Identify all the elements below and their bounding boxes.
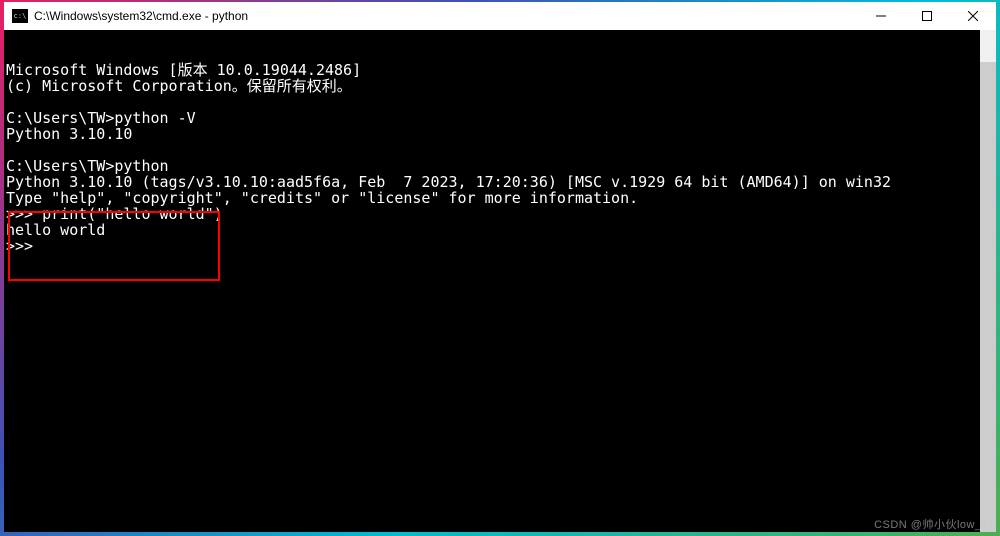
watermark: CSDN @帅小伙low_11 (874, 516, 994, 532)
window-title: C:\Windows\system32\cmd.exe - python (34, 9, 858, 23)
cmd-window: C:\Windows\system32\cmd.exe - python Mic… (4, 2, 996, 532)
cmd-icon (12, 9, 28, 23)
scrollbar[interactable] (980, 30, 996, 532)
terminal-output: Microsoft Windows [版本 10.0.19044.2486] (… (4, 62, 996, 254)
scrollbar-thumb[interactable] (980, 62, 996, 532)
titlebar[interactable]: C:\Windows\system32\cmd.exe - python (4, 2, 996, 30)
close-button[interactable] (950, 2, 996, 30)
maximize-button[interactable] (904, 2, 950, 30)
terminal-area[interactable]: Microsoft Windows [版本 10.0.19044.2486] (… (4, 30, 996, 532)
minimize-button[interactable] (858, 2, 904, 30)
window-controls (858, 2, 996, 30)
